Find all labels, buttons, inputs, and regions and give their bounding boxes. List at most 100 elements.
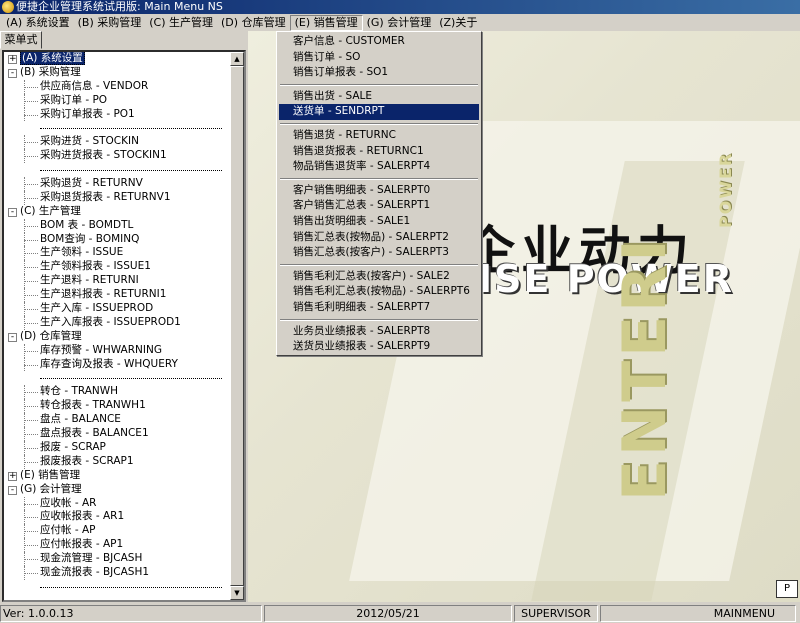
tree-item[interactable]: 转仓 - TRANWH (4, 385, 232, 400)
tree-item[interactable]: 生产领料报表 - ISSUE1 (4, 260, 232, 275)
tree-connector (24, 427, 25, 441)
tree-item[interactable]: 生产入库报表 - ISSUEPROD1 (4, 315, 232, 330)
tree-item[interactable]: 生产入库 - ISSUEPROD (4, 302, 232, 316)
menu-separator (279, 261, 479, 269)
dropdown-menu-item[interactable]: 客户销售明细表 - SALERPT0 (279, 183, 479, 199)
dropdown-menu-item[interactable]: 送货员业绩报表 - SALERPT9 (279, 339, 479, 355)
dropdown-menu-item[interactable]: 送货单 - SENDRPT (279, 104, 479, 120)
tree-group[interactable]: + (E) 销售管理 (4, 469, 232, 483)
tree-item[interactable]: 盘点 - BALANCE (4, 413, 232, 428)
logo-english-text: ISE POWER (478, 257, 734, 301)
tree-connector (24, 288, 25, 303)
collapse-icon[interactable]: - (8, 207, 17, 217)
tree-group[interactable]: - (C) 生产管理 (4, 205, 232, 219)
tree-connector (24, 149, 25, 164)
tree-item-label: (C) 生产管理 (20, 204, 81, 217)
menu-item[interactable]: (A) 系统设置 (2, 15, 74, 31)
tree-item[interactable]: 盘点报表 - BALANCE1 (4, 427, 232, 441)
dropdown-menu-item[interactable]: 销售订单 - SO (279, 50, 479, 66)
menu-tree: + (A) 系统设置 - (B) 采购管理 供应商信息 - VENDOR 采购订单 - P… (4, 52, 232, 600)
logo-vertical-text: ENTERI (610, 235, 680, 501)
tree-item[interactable]: BOM查询 - BOMINQ (4, 232, 232, 247)
scroll-up-icon[interactable]: ▲ (230, 52, 244, 66)
status-bar: Ver: 1.0.0.13 2012/05/21 SUPERVISOR MAIN… (0, 603, 800, 623)
dropdown-menu-item[interactable]: 业务员业绩报表 - SALERPT8 (279, 324, 479, 340)
tree-group[interactable]: + (A) 系统设置 (4, 52, 232, 66)
expand-icon[interactable]: + (8, 471, 17, 481)
tree-scrollbar[interactable]: ▲ ▼ (230, 52, 244, 600)
menu-item[interactable]: (B) 采购管理 (74, 15, 146, 31)
tree-item[interactable]: 现金流管理 - BJCASH (4, 552, 232, 566)
tree-item-label: BOM 表 - BOMDTL (40, 218, 134, 231)
printer-icon[interactable]: P (776, 580, 798, 598)
tree-item[interactable]: 生产退料报表 - RETURNI1 (4, 288, 232, 303)
tree-item[interactable]: BOM 表 - BOMDTL (4, 218, 232, 233)
tree-item-label: 应付帐报表 - AP1 (40, 538, 124, 551)
dropdown-menu-item[interactable]: 销售出货明细表 - SALE1 (279, 214, 479, 230)
collapse-icon[interactable]: - (8, 332, 17, 342)
dropdown-menu-item[interactable]: 销售出货 - SALE (279, 89, 479, 105)
tree-item[interactable]: 报废报表 - SCRAP1 (4, 454, 232, 469)
tree-item[interactable]: 供应商信息 - VENDOR (4, 79, 232, 94)
tree-item[interactable]: 转仓报表 - TRANWH1 (4, 399, 232, 414)
tree-item-label: 采购订单 - PO (40, 93, 108, 106)
tree-item[interactable]: 应付帐 - AP (4, 524, 232, 539)
collapse-icon[interactable]: - (8, 485, 17, 495)
tree-item[interactable]: 采购退货 - RETURNV (4, 177, 232, 191)
tree-group[interactable]: - (G) 会计管理 (4, 483, 232, 497)
dropdown-menu-item[interactable]: 销售汇总表(按客户) - SALERPT3 (279, 245, 479, 261)
tree-item-label: 现金流报表 - BJCASH1 (40, 565, 150, 578)
tree-item-label: 报废 - SCRAP (40, 440, 106, 453)
tree-item[interactable]: 报废 - SCRAP (4, 440, 232, 455)
tree-item[interactable]: 采购进货报表 - STOCKIN1 (4, 149, 232, 164)
tree-item[interactable]: 采购进货 - STOCKIN (4, 135, 232, 150)
menu-item[interactable]: (D) 仓库管理 (217, 15, 290, 31)
dropdown-menu-item[interactable]: 物品销售退货率 - SALERPT4 (279, 159, 479, 175)
tree-item[interactable]: 应收帐 - AR (4, 496, 232, 511)
tree-item-label: 库存查询及报表 - WHQUERY (40, 357, 178, 370)
tree-group[interactable]: - (D) 仓库管理 (4, 330, 232, 344)
scroll-thumb[interactable] (230, 66, 244, 586)
tree-item-label: 转仓报表 - TRANWH1 (40, 399, 146, 412)
tab-menu-mode[interactable]: 菜单式 (0, 31, 42, 49)
tree-item-label: 生产退料 - RETURNI (40, 274, 139, 287)
tree-item[interactable]: 生产退料 - RETURNI (4, 274, 232, 289)
tree-item[interactable]: 库存预警 - WHWARNING (4, 343, 232, 358)
dropdown-menu-item[interactable]: 销售退货报表 - RETURNC1 (279, 144, 479, 160)
menu-separator (279, 120, 479, 128)
tree-item[interactable]: 库存查询及报表 - WHQUERY (4, 357, 232, 372)
menu-item[interactable]: (Z)关于 (435, 15, 481, 31)
tree-item-label: 采购进货报表 - STOCKIN1 (40, 149, 167, 162)
tree-item[interactable]: 应付帐报表 - AP1 (4, 538, 232, 553)
dropdown-menu-item[interactable]: 销售毛利汇总表(按客户) - SALE2 (279, 269, 479, 285)
dropdown-menu-item[interactable]: 客户信息 - CUSTOMER (279, 34, 479, 50)
menu-item[interactable]: (C) 生产管理 (145, 15, 217, 31)
menu-item[interactable]: (G) 会计管理 (363, 15, 436, 31)
menu-item[interactable]: (E) 销售管理 (289, 14, 363, 31)
dropdown-menu-item[interactable]: 销售汇总表(按物品) - SALERPT2 (279, 230, 479, 246)
tree-item[interactable]: 采购退货报表 - RETURNV1 (4, 190, 232, 205)
tree-item-label: (G) 会计管理 (20, 482, 82, 495)
tree-connector (24, 357, 25, 372)
expand-icon[interactable]: + (8, 55, 17, 64)
tree-item[interactable]: 应收帐报表 - AR1 (4, 510, 232, 525)
tree-connector (24, 552, 25, 566)
dropdown-menu-item[interactable]: 销售订单报表 - SO1 (279, 65, 479, 81)
tree-item[interactable]: 采购订单 - PO (4, 93, 232, 108)
tree-connector (24, 93, 25, 108)
dropdown-menu-item[interactable]: 销售毛利汇总表(按物品) - SALERPT6 (279, 284, 479, 300)
tree-connector (24, 538, 25, 553)
tree-group[interactable]: - (B) 采购管理 (4, 66, 232, 80)
tree-item-label: 报废报表 - SCRAP1 (40, 454, 134, 467)
scroll-down-icon[interactable]: ▼ (230, 586, 244, 600)
tree-item-label: BOM查询 - BOMINQ (40, 232, 140, 245)
dropdown-menu-item[interactable]: 销售毛利明细表 - SALERPT7 (279, 300, 479, 316)
tree-connector (24, 510, 25, 525)
dropdown-menu-item[interactable]: 销售退货 - RETURNC (279, 128, 479, 144)
tree-item[interactable]: 现金流报表 - BJCASH1 (4, 565, 232, 580)
tree-item[interactable]: 采购订单报表 - PO1 (4, 107, 232, 122)
dropdown-menu-item[interactable]: 客户销售汇总表 - SALERPT1 (279, 198, 479, 214)
collapse-icon[interactable]: - (8, 68, 17, 78)
tree-item[interactable]: 生产领料 - ISSUE (4, 246, 232, 261)
tree-connector (24, 315, 25, 330)
